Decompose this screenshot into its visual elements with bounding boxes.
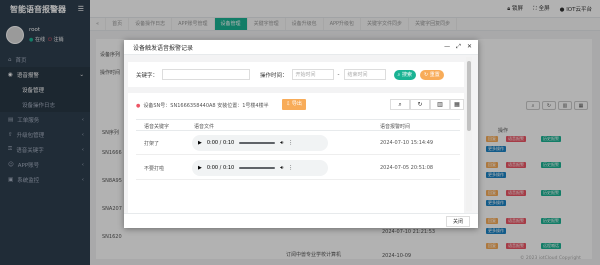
minimize-icon[interactable]: —	[444, 43, 450, 51]
audio-progress[interactable]	[239, 167, 276, 169]
row-time: 2024-07-10 15:14:49	[380, 140, 434, 146]
keyword-input[interactable]	[162, 69, 251, 80]
refresh-icon[interactable]: ↻	[410, 99, 430, 110]
info-icon: ●	[136, 102, 141, 109]
export-icon: ⇩	[286, 101, 291, 107]
search-icon: ⌕	[397, 71, 401, 78]
search-form: 关键字： 操作时间： 开始时间 - 结束时间 ⌕ 搜索 ↻ 重置	[128, 62, 464, 87]
dialog-body: 关键字： 操作时间： 开始时间 - 结束时间 ⌕ 搜索 ↻ 重置 ● 设备SN号：…	[124, 55, 478, 213]
col-file: 语音文件	[194, 124, 215, 130]
audio-player[interactable]: ▶ 0:00 / 0:10 🔊︎ ⋮	[192, 160, 328, 176]
dialog-title: 设备触发语音报警记录	[133, 44, 194, 52]
reset-button[interactable]: ↻ 重置	[419, 69, 444, 80]
keyword-label: 关键字：	[136, 72, 159, 79]
row-keyword: 打架了	[144, 141, 160, 147]
table-row: 打架了 ▶ 0:00 / 0:10 🔊︎ ⋮ 2024-07-10 15:14:…	[136, 131, 460, 155]
more-icon[interactable]: ⋮	[288, 140, 293, 146]
audio-player[interactable]: ▶ 0:00 / 0:10 🔊︎ ⋮	[192, 135, 328, 151]
device-info: ● 设备SN号：SN1666358440A8 安装位置：1号楼4楼半	[136, 102, 269, 110]
maximize-icon[interactable]: ⤢	[456, 43, 461, 51]
copyright: © 2023 iotCloud Copyright	[520, 256, 581, 261]
row-time: 2024-07-05 20:51:08	[380, 165, 434, 171]
audio-time: 0:00 / 0:10	[206, 165, 235, 171]
dialog-scrollbar[interactable]	[466, 57, 472, 211]
start-time-input[interactable]: 开始时间	[291, 69, 334, 80]
audio-time: 0:00 / 0:10	[206, 140, 235, 146]
col-keyword: 语音关键字	[144, 124, 170, 130]
time-label: 操作时间：	[260, 72, 288, 79]
dialog-footer: 关闭	[124, 213, 478, 228]
export-button[interactable]: ⇩ 导出	[282, 99, 306, 110]
columns-icon[interactable]: ▥	[430, 99, 450, 110]
table-header: 语音关键字 语音文件 语音报警时间	[136, 119, 460, 131]
grid-menu-icon[interactable]: ▦	[450, 99, 464, 110]
alarm-record-dialog: 设备触发语音报警记录 — ⤢ ✕ 关键字： 操作时间： 开始时间 - 结束时间 …	[124, 40, 478, 228]
col-time: 语音报警时间	[380, 124, 411, 130]
row-keyword: 不要打啦	[144, 166, 165, 172]
scrollbar-thumb[interactable]	[467, 61, 471, 131]
volume-icon[interactable]: 🔊︎	[280, 140, 283, 146]
search-toggle-icon[interactable]: ⌕	[390, 99, 410, 110]
close-button[interactable]: 关闭	[445, 216, 470, 227]
audio-progress[interactable]	[239, 142, 276, 144]
search-button[interactable]: ⌕ 搜索	[393, 69, 416, 80]
play-icon[interactable]: ▶	[198, 140, 202, 146]
close-icon[interactable]: ✕	[467, 43, 472, 51]
range-dash: -	[337, 71, 340, 78]
refresh-icon: ↻	[423, 71, 429, 78]
table-row: 不要打啦 ▶ 0:00 / 0:10 🔊︎ ⋮ 2024-07-05 20:51…	[136, 156, 460, 180]
play-icon[interactable]: ▶	[198, 165, 202, 171]
end-time-input[interactable]: 结束时间	[343, 69, 386, 80]
volume-icon[interactable]: 🔊︎	[280, 165, 283, 171]
record-list: ● 设备SN号：SN1666358440A8 安装位置：1号楼4楼半 ⇩ 导出 ⌕…	[128, 93, 464, 213]
more-icon[interactable]: ⋮	[288, 165, 293, 171]
